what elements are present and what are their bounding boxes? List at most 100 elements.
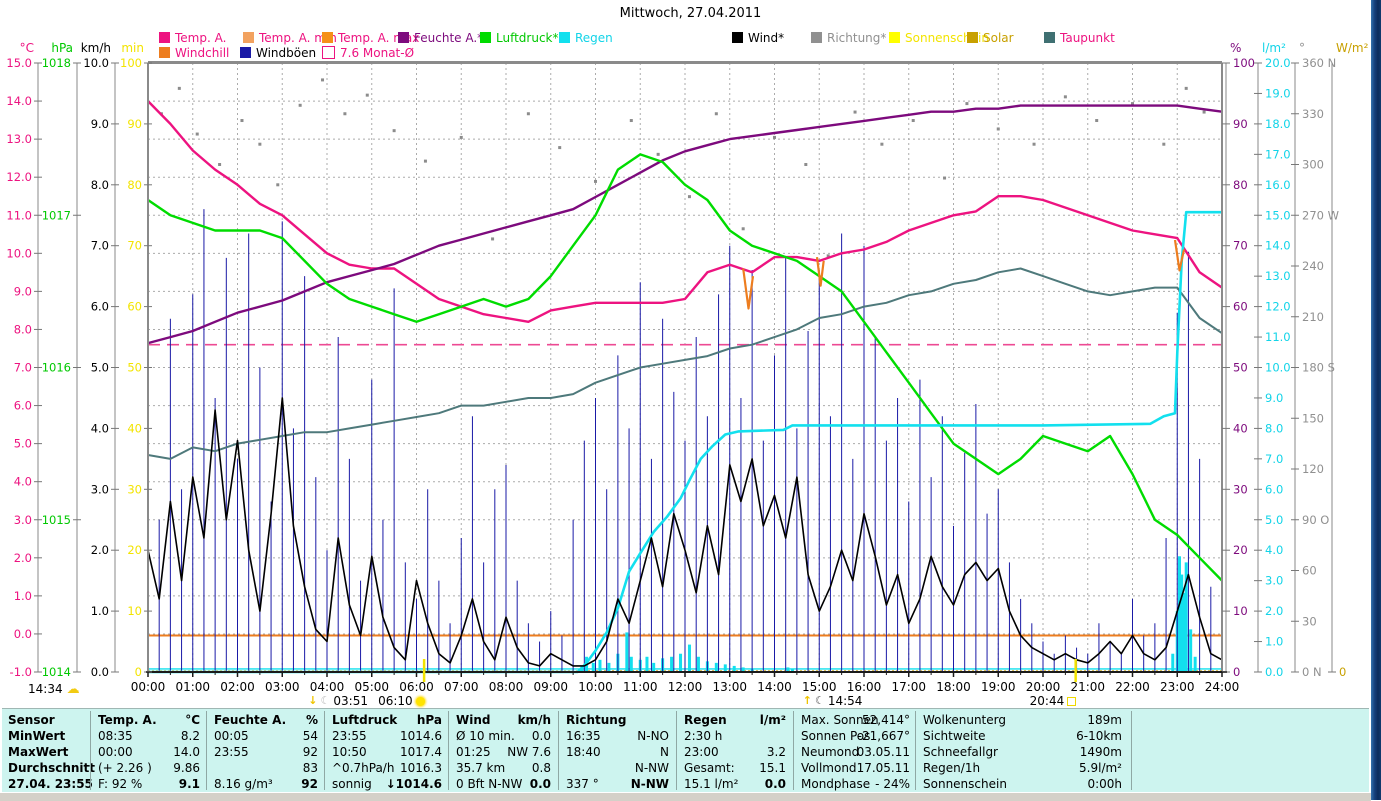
axis-tick-label: 300	[1302, 158, 1324, 172]
axis-tick-label: 9.0	[1265, 391, 1283, 405]
table-info-value: 1490m	[1079, 745, 1122, 759]
table-cell-label: (+ 2.26 )	[98, 761, 152, 775]
axis-tick-label: 1.0	[14, 589, 32, 603]
direction-dot	[594, 179, 597, 183]
axis-tick-label: 210	[1302, 310, 1324, 324]
axis-tick-label: 13.0	[1265, 269, 1291, 283]
axis-tick-label: 1015	[42, 513, 71, 527]
table-cell-label: 337 °	[566, 777, 599, 791]
axis-tick-label: 8.0	[1265, 421, 1283, 435]
direction-dot	[1184, 86, 1188, 90]
marker-time: 20:44	[1029, 694, 1065, 708]
rain-bar	[1171, 653, 1175, 672]
table-col-header-feuchte-a: Feuchte A.	[214, 713, 287, 727]
table-cell-label: 0 Bft N-NW	[456, 777, 523, 791]
axis-tick-label: 20	[127, 543, 142, 557]
table-cell-value: N-NO	[637, 729, 669, 743]
table-info-value: - 24%	[875, 777, 910, 791]
direction-dot	[177, 86, 181, 90]
axis-tick-label: 5.0	[1265, 513, 1283, 527]
direction-dot	[853, 110, 857, 114]
table-cell-label: Gesamt:	[684, 761, 735, 775]
table-cell-label: 2:30 h	[684, 729, 723, 743]
table-cell-value: 3.2	[766, 745, 786, 759]
direction-dot	[773, 135, 776, 139]
axis-tick-label: 60	[1302, 564, 1317, 578]
direction-dot	[459, 135, 463, 139]
axis-tick-label: 1017	[42, 208, 71, 222]
table-cell-label: 10:50	[332, 745, 367, 759]
axis-tick-label: 7.0	[14, 361, 32, 375]
rain-bar	[645, 656, 649, 672]
table-cell-label: 23:55	[332, 729, 367, 743]
table-cell-value: ↓1014.6	[385, 777, 442, 791]
axis-header-kmh: km/h	[81, 41, 111, 55]
marker-time: 06:10	[378, 694, 413, 708]
table-info-value: 5.9l/m²	[1079, 761, 1122, 775]
axis-tick-label: 50	[127, 361, 142, 375]
table-row-label: Durchschnitt	[8, 761, 96, 775]
direction-dot	[1032, 142, 1036, 146]
table-separator	[206, 711, 207, 790]
table-cell-value: 9.1	[178, 777, 200, 791]
table-info-value: 189m	[1087, 713, 1122, 727]
direction-dot	[1063, 95, 1067, 99]
axis-tick-label: 20	[1233, 543, 1248, 557]
table-cell-value: 0.0	[764, 777, 786, 791]
axis-tick-label: 15.0	[1265, 208, 1291, 222]
table-info-label: Mondphase	[801, 777, 871, 791]
rain-bar	[687, 644, 691, 672]
x-tick-label: 19:00	[981, 680, 1016, 694]
direction-dot	[804, 163, 808, 166]
axis-tick-label: 3.0	[91, 482, 109, 496]
table-separator	[324, 711, 325, 790]
sun-icon	[415, 696, 425, 706]
table-cell-label: 00:00	[98, 745, 133, 759]
axis-tick-label: 90 O	[1302, 513, 1329, 527]
x-tick-label: 01:00	[175, 680, 210, 694]
direction-dot	[714, 112, 718, 116]
axis-tick-label: 90	[127, 117, 142, 131]
axis-tick-label: 30	[1233, 482, 1248, 496]
rain-bar	[1193, 656, 1197, 672]
marker-time: 14:54	[827, 694, 863, 708]
x-tick-label: 23:00	[1160, 680, 1195, 694]
table-info-label: Schneefallgr	[923, 745, 998, 759]
axis-degC: °C15.0 14.0 13.0 12.0 11.0 10.0 9.0 8.0 7.0 6.0 5.…	[6, 41, 42, 679]
axis-tick-label: 40	[127, 421, 142, 435]
rain-bar	[696, 656, 700, 672]
direction-dot	[392, 129, 396, 133]
axis-tick-label: 90	[1233, 117, 1248, 131]
table-cell-value: 92	[301, 777, 318, 791]
table-cell-value: 14.0	[173, 745, 200, 759]
direction-dot	[526, 112, 530, 116]
axis-tick-label: 330	[1302, 107, 1324, 121]
table-info-value: 17.05.11	[856, 761, 910, 775]
rain-bar	[652, 662, 656, 672]
x-tick-label: 14:00	[757, 680, 792, 694]
axis-tick-label: 1014	[42, 665, 71, 679]
table-cell-label: F: 92 %	[98, 777, 143, 791]
axis-tick-label: 12.0	[1265, 300, 1291, 314]
axis-tick-label: 3.0	[1265, 574, 1283, 588]
axis-lm2: l/m²20.0 19.0 18.0 17.0 16.0 15.0 14.0 13.0 12.0…	[1254, 41, 1291, 679]
axis-tick-label: 10	[127, 604, 142, 618]
axis-tick-label: 11.0	[6, 208, 32, 222]
table-cell-label: 08:35	[98, 729, 133, 743]
axis-tick-label: 360 N	[1302, 56, 1336, 70]
axis-tick-label: 2.0	[14, 551, 32, 565]
table-info-value: -21,667°	[857, 729, 910, 743]
axis-tick-label: 30	[127, 482, 142, 496]
moonset-arrow-icon: ↓	[308, 694, 318, 707]
table-cell-value: 1016.3	[400, 761, 442, 775]
axis-header-min: min	[121, 41, 144, 55]
table-info-label: Vollmond	[801, 761, 857, 775]
axis-tick-label: 13.0	[6, 132, 32, 146]
axis-tick-label: 0	[1233, 665, 1240, 679]
table-cell-label: 23:55	[214, 745, 249, 759]
table-row-label: Sensor	[8, 713, 55, 727]
axis-tick-label: 180 S	[1302, 361, 1335, 375]
direction-dot	[965, 102, 969, 106]
desktop-edge	[1371, 0, 1381, 800]
marker-time: 03:51	[333, 694, 368, 708]
